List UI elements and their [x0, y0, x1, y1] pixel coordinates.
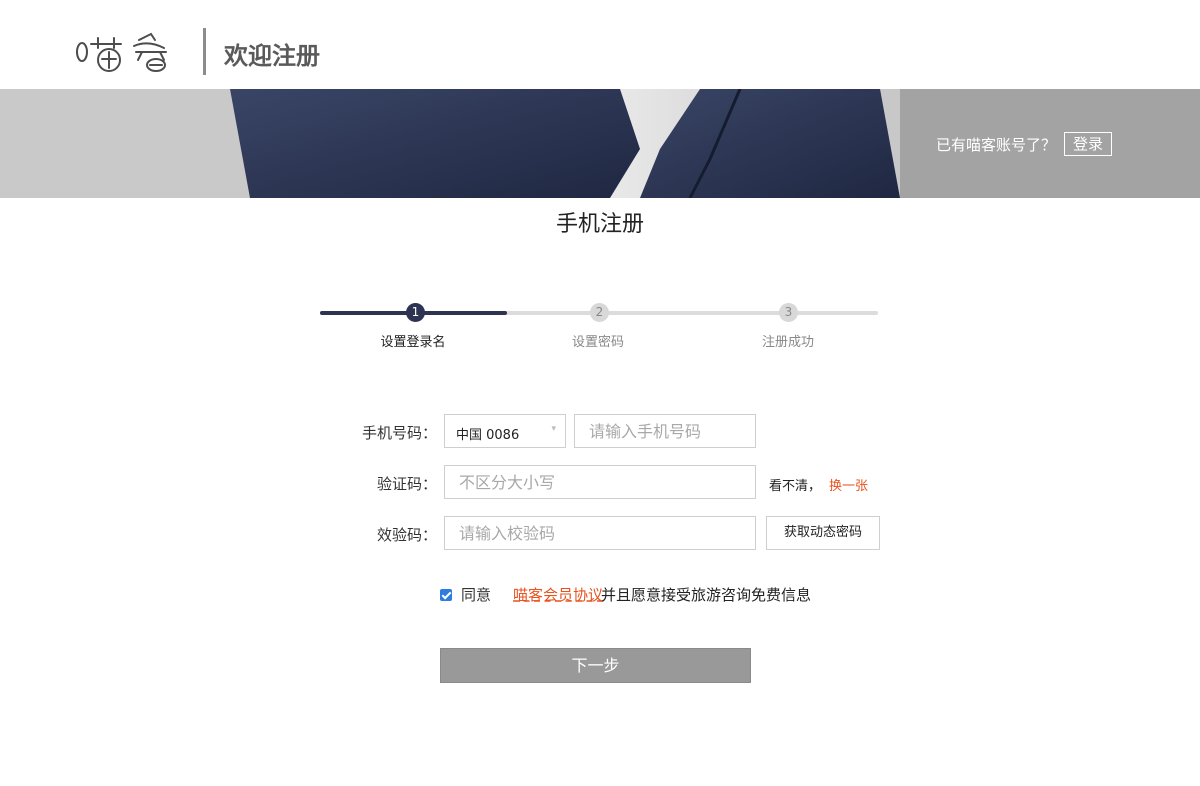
- page-heading: 欢迎注册: [224, 42, 320, 70]
- phone-input[interactable]: [575, 415, 755, 447]
- next-step-button[interactable]: 下一步: [440, 648, 751, 683]
- sms-code-input[interactable]: [445, 517, 755, 549]
- page-title: 手机注册: [555, 212, 644, 237]
- phone-field: [574, 414, 756, 448]
- step-1-dot: 1: [406, 303, 425, 322]
- agree-checkbox[interactable]: [440, 589, 452, 601]
- agreement-suffix: 并且愿意接受旅游咨询免费信息: [601, 586, 812, 604]
- agree-label: 同意: [461, 586, 492, 604]
- captcha-input[interactable]: [445, 466, 755, 498]
- sms-code-row: 效验码： 获取动态密码: [0, 516, 1200, 550]
- login-button[interactable]: 登录: [1063, 132, 1112, 156]
- step-2-dot: 2: [590, 303, 609, 322]
- sms-code-label: 效验码：: [376, 526, 437, 544]
- login-hint: 已有喵客账号了？ 登录: [936, 132, 1112, 156]
- captcha-hint: 看不清，: [769, 479, 822, 494]
- logo-mark: [76, 32, 167, 72]
- member-agreement-link[interactable]: 喵客会员协议: [513, 584, 603, 605]
- step-3-label: 注册成功: [761, 335, 814, 350]
- country-code-select[interactable]: 中国 0086 ▾: [444, 414, 566, 448]
- logo[interactable]: [76, 28, 176, 74]
- step-3-dot: 3: [779, 303, 798, 322]
- phone-label: 手机号码：: [361, 424, 437, 442]
- step-1-label: 设置登录名: [380, 335, 446, 350]
- captcha-field: [444, 465, 756, 499]
- sms-code-field: [444, 516, 756, 550]
- get-code-button[interactable]: 获取动态密码: [766, 516, 880, 550]
- step-2-label: 设置密码: [571, 335, 624, 350]
- captcha-label: 验证码：: [376, 475, 437, 493]
- chevron-down-icon: ▾: [551, 424, 556, 434]
- country-code-value: 中国 0086: [456, 428, 520, 443]
- has-account-text: 已有喵客账号了？: [935, 135, 1056, 154]
- step-progress: 1 2 3 设置登录名 设置密码 注册成功: [320, 302, 878, 352]
- captcha-row: 验证码： 看不清， 换一张: [0, 465, 1200, 499]
- header-divider: [203, 28, 206, 75]
- header: 欢迎注册: [0, 0, 1200, 89]
- refresh-captcha-link[interactable]: 换一张: [829, 475, 868, 494]
- phone-row: 手机号码： 中国 0086 ▾: [0, 414, 1200, 448]
